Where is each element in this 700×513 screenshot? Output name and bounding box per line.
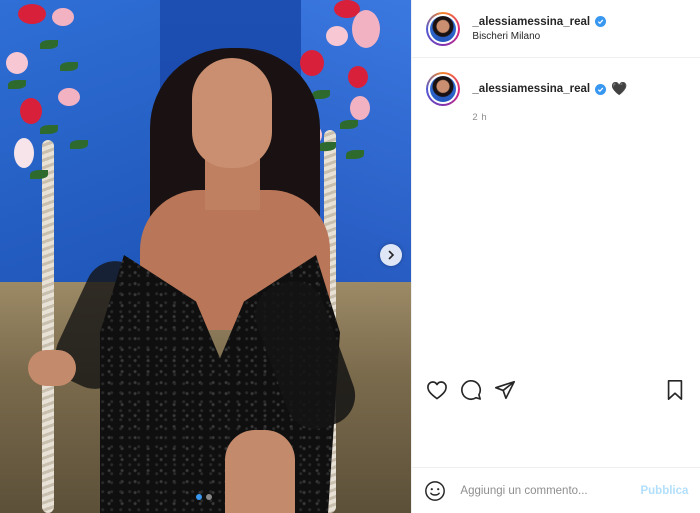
carousel-next-button[interactable] bbox=[380, 244, 402, 266]
comment-button[interactable] bbox=[458, 377, 484, 403]
chevron-right-icon bbox=[388, 250, 395, 260]
save-button[interactable] bbox=[662, 377, 688, 403]
comments-section: _alessiamessina_real 🖤 2 h bbox=[412, 58, 700, 513]
subject-face bbox=[192, 58, 272, 168]
subject-hand bbox=[28, 350, 76, 386]
carousel-indicator bbox=[196, 494, 212, 500]
share-button[interactable] bbox=[492, 377, 518, 403]
emoji-picker-button[interactable] bbox=[424, 480, 446, 502]
heart-icon bbox=[427, 381, 448, 400]
carousel-dot-1 bbox=[196, 494, 202, 500]
publish-button[interactable]: Pubblica bbox=[640, 485, 688, 497]
post-header: _alessiamessina_real Bischeri Milano bbox=[412, 0, 700, 58]
comment-bar: Pubblica bbox=[412, 467, 700, 513]
avatar[interactable] bbox=[426, 11, 461, 46]
action-bar bbox=[412, 370, 700, 410]
instagram-post: _alessiamessina_real Bischeri Milano _al… bbox=[0, 0, 700, 513]
header-username[interactable]: _alessiamessina_real bbox=[472, 16, 590, 28]
swing-rope-left bbox=[42, 140, 54, 513]
header-location[interactable]: Bischeri Milano bbox=[472, 31, 606, 42]
bookmark-icon bbox=[668, 380, 683, 400]
smiley-icon bbox=[425, 480, 446, 501]
comment-icon bbox=[461, 380, 482, 400]
avatar-image bbox=[430, 76, 457, 102]
like-button[interactable] bbox=[424, 377, 450, 403]
caption-row: _alessiamessina_real 🖤 bbox=[426, 72, 686, 106]
caption-text: _alessiamessina_real 🖤 bbox=[472, 81, 627, 97]
post-media[interactable] bbox=[0, 0, 412, 513]
subject-leg bbox=[225, 430, 295, 513]
post-timestamp[interactable]: 2 h bbox=[472, 112, 686, 123]
verified-badge-icon bbox=[595, 83, 607, 95]
caption-username[interactable]: _alessiamessina_real bbox=[472, 83, 590, 95]
carousel-dot-2 bbox=[206, 494, 212, 500]
header-user-block: _alessiamessina_real Bischeri Milano bbox=[472, 16, 607, 42]
avatar-image bbox=[430, 15, 457, 42]
caption-avatar[interactable] bbox=[426, 72, 461, 106]
caption-emoji: 🖤 bbox=[611, 81, 628, 96]
comment-input[interactable] bbox=[458, 483, 641, 498]
post-sidebar: _alessiamessina_real Bischeri Milano _al… bbox=[411, 0, 700, 513]
verified-badge-icon bbox=[595, 16, 607, 27]
send-icon bbox=[495, 380, 516, 400]
